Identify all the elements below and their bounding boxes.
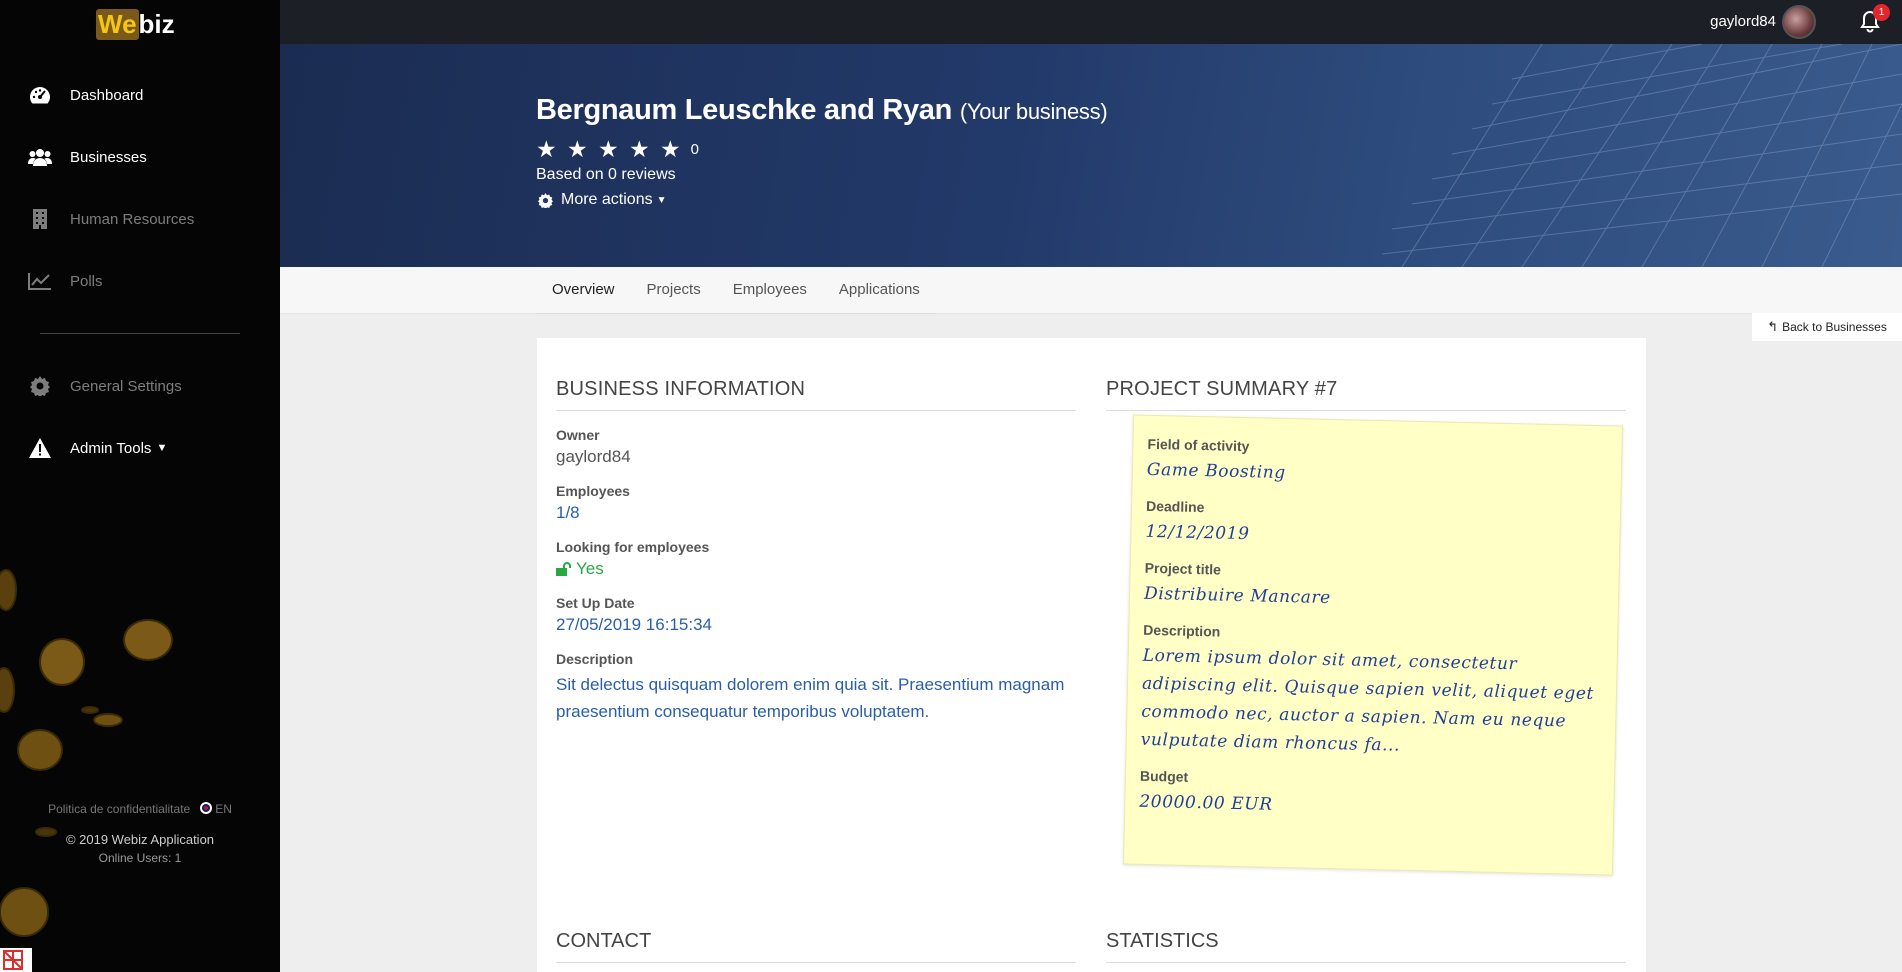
back-button-label: Back to Businesses [1782,320,1887,334]
project-summary-title: Project Summary #7 [1106,378,1626,411]
sidebar-item-label: Dashboard [70,86,144,104]
tab-employees[interactable]: Employees [717,267,823,313]
business-header: Bergnaum Leuschke and Ryan (Your busines… [280,44,1902,267]
setup-date-label: Set Up Date [556,595,635,611]
employees-label: Employees [556,483,630,499]
sidebar-item-label: Businesses [70,148,147,166]
chevron-down-icon: ▼ [656,194,667,206]
sidebar-nav: Dashboard Businesses Human Resources Pol… [0,64,280,479]
users-icon [28,145,52,169]
username[interactable]: gaylord84 [1710,13,1776,30]
corner-widget[interactable] [0,948,32,972]
reviews-text: Based on 0 reviews [536,166,676,183]
description-value: Sit delectus quisquam dolorem enim quia … [556,675,1065,721]
sidebar-item-businesses[interactable]: Businesses [0,126,280,188]
top-bar: gaylord84 1 [280,0,1902,44]
dashboard-icon [28,83,52,107]
business-ownership-label: (Your business) [959,99,1108,124]
overview-card: Business Information Owner gaylord84 Emp… [537,338,1646,972]
privacy-link[interactable]: Politica de confidentialitate [48,802,190,816]
unlock-icon [556,562,571,576]
corner-widget-icon [3,950,23,970]
online-users-text: Online Users: 1 [98,851,182,865]
project-description-value: Lorem ipsum dolor sit amet, consectetur … [1140,645,1595,756]
language-selector[interactable]: EN [200,802,232,816]
notification-badge[interactable]: 1 [1873,4,1890,21]
setup-date-value: 27/05/2019 16:15:34 [556,615,712,634]
business-info-title: Business Information [556,378,1076,411]
sidebar-item-admin-tools[interactable]: Admin Tools ▼ [0,417,280,479]
sidebar-item-label: Admin Tools [70,439,152,457]
gear-icon [28,374,52,398]
budget-value: 20000.00 EUR [1139,791,1273,815]
tab-applications[interactable]: Applications [823,267,936,313]
more-actions-dropdown[interactable]: More actions ▼ [538,191,667,209]
owner-value: gaylord84 [556,447,631,466]
avatar[interactable] [1782,5,1816,39]
back-to-businesses-button[interactable]: ↰ Back to Businesses [1752,313,1902,341]
uk-flag-icon [200,802,213,814]
business-name: Bergnaum Leuschke and Ryan [536,94,953,126]
logo-text-biz: biz [138,8,175,39]
employees-value[interactable]: 1/8 [556,503,1076,523]
chart-line-icon [28,269,52,293]
chevron-down-icon: ▼ [156,442,168,454]
tab-projects[interactable]: Projects [631,267,717,313]
tab-overview[interactable]: Overview [536,267,631,313]
sidebar-footer: Politica de confidentialitate EN © 2019 … [0,800,280,865]
owner-label: Owner [556,427,600,443]
page-title: Bergnaum Leuschke and Ryan (Your busines… [536,94,1108,127]
field-of-activity-value: Game Boosting [1146,459,1286,483]
tab-list: Overview Projects Employees Applications [536,267,936,314]
looking-for-employees-value: Yes [556,559,1076,579]
sidebar-item-general-settings[interactable]: General Settings [0,355,280,417]
gear-icon [538,192,553,208]
webiz-logo[interactable]: We biz [96,8,175,40]
contact-section-title: Contact [556,930,1076,963]
sidebar-item-label: General Settings [70,377,182,395]
sidebar-item-label: Polls [70,272,103,290]
tabs-bar: Overview Projects Employees Applications [280,267,1902,314]
building-background [1381,44,1902,267]
business-info-section: Business Information Owner gaylord84 Emp… [556,338,1076,725]
copyright-text: © 2019 Webiz Application [65,832,215,847]
coins-decoration [0,569,173,937]
building-icon [28,207,52,231]
description-label: Description [556,651,634,667]
sidebar-item-label: Human Resources [70,210,195,228]
sidebar: We biz Dashboard Businesses Human Resour… [0,0,280,972]
sidebar-item-human-resources[interactable]: Human Resources [0,188,280,250]
rating-count: 0 [690,141,699,158]
sidebar-item-polls[interactable]: Polls [0,250,280,312]
project-title-value: Distribuire Mancare [1143,583,1332,609]
warning-icon [28,436,52,460]
reply-arrow-icon: ↰ [1767,319,1779,334]
sidebar-divider [40,333,240,334]
logo-text-we: We [96,8,139,40]
project-summary-section: Project Summary #7 Field of activity Gam… [1106,338,1626,876]
sidebar-item-dashboard[interactable]: Dashboard [0,64,280,126]
statistics-section-title: Statistics [1106,930,1626,963]
project-sticky-note[interactable]: Field of activity Game Boosting Deadline… [1122,414,1624,876]
deadline-value: 12/12/2019 [1145,521,1250,545]
looking-value-text: Yes [576,559,604,578]
more-actions-label: More actions [561,191,653,208]
language-label: EN [215,802,232,816]
rating-stars: ★ ★ ★ ★ ★ 0 [536,136,699,163]
looking-for-employees-label: Looking for employees [556,539,710,555]
star-icons: ★ ★ ★ ★ ★ [536,136,683,162]
